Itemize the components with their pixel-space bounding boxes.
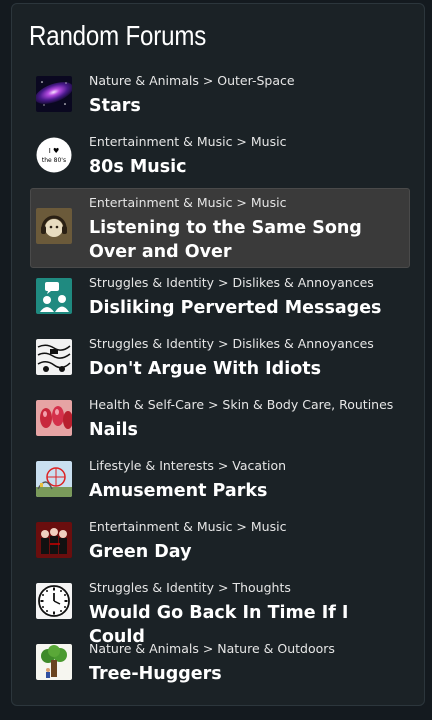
forum-list: Nature & Animals > Outer-Space Stars I ♥…	[30, 66, 410, 695]
galaxy-icon	[36, 76, 72, 112]
forum-category: Entertainment & Music > Music	[89, 195, 287, 210]
panel-title: Random Forums	[29, 20, 207, 51]
forum-item-80s-music[interactable]: I ♥ the 80's Entertainment & Music > Mus…	[30, 127, 410, 188]
forum-category: Entertainment & Music > Music	[89, 134, 287, 149]
forum-category: Struggles & Identity > Dislikes & Annoya…	[89, 275, 374, 290]
forum-item-dont-argue-with-idiots[interactable]: Struggles & Identity > Dislikes & Annoya…	[30, 329, 410, 390]
nails-icon	[36, 400, 72, 436]
headphones-icon	[36, 208, 72, 244]
forum-item-tree-huggers[interactable]: Nature & Animals > Nature & Outdoors Tre…	[30, 634, 410, 695]
forum-category: Struggles & Identity > Thoughts	[89, 580, 291, 595]
forum-item-disliking-perverted-messages[interactable]: Struggles & Identity > Dislikes & Annoya…	[30, 268, 410, 329]
forum-category: Struggles & Identity > Dislikes & Annoya…	[89, 336, 374, 351]
band-icon	[36, 522, 72, 558]
forum-item-nails[interactable]: Health & Self-Care > Skin & Body Care, R…	[30, 390, 410, 451]
forum-category: Nature & Animals > Outer-Space	[89, 73, 295, 88]
thumb-80s-line2: the 80's	[42, 157, 66, 164]
forum-name: Don't Argue With Idiots	[89, 359, 322, 379]
forum-item-green-day[interactable]: Entertainment & Music > Music Green Day	[30, 512, 410, 573]
amusement-park-icon	[36, 461, 72, 497]
forum-category: Nature & Animals > Nature & Outdoors	[89, 641, 335, 656]
forum-name: Nails	[89, 420, 138, 440]
sketch-icon	[36, 339, 72, 375]
forum-item-amusement-parks[interactable]: Lifestyle & Interests > Vacation Amuseme…	[30, 451, 410, 512]
forum-name: Listening to the Same Song Over and Over	[89, 218, 362, 262]
forum-item-stars[interactable]: Nature & Animals > Outer-Space Stars	[30, 66, 410, 127]
forum-category: Lifestyle & Interests > Vacation	[89, 458, 287, 473]
forum-item-listening-same-song[interactable]: Entertainment & Music > Music Listening …	[30, 188, 410, 268]
forum-category: Entertainment & Music > Music	[89, 519, 287, 534]
forum-name: Disliking Perverted Messages	[89, 298, 382, 318]
forum-name: Stars	[89, 96, 141, 116]
clock-icon	[36, 583, 72, 619]
i-love-80s-icon: I ♥ the 80's	[36, 137, 72, 173]
chat-people-icon	[36, 278, 72, 314]
random-forums-panel: Random Forums Nature & Animals > Outer-S…	[11, 3, 425, 706]
forum-category: Health & Self-Care > Skin & Body Care, R…	[89, 397, 394, 412]
forum-name: Green Day	[89, 542, 192, 562]
forum-name: Amusement Parks	[89, 481, 268, 501]
tree-icon	[36, 644, 72, 680]
forum-item-go-back-in-time[interactable]: Struggles & Identity > Thoughts Would Go…	[30, 573, 410, 647]
forum-name: Tree-Huggers	[89, 664, 222, 684]
thumb-80s-line1: I ♥	[49, 147, 60, 155]
forum-name: 80s Music	[89, 157, 187, 177]
